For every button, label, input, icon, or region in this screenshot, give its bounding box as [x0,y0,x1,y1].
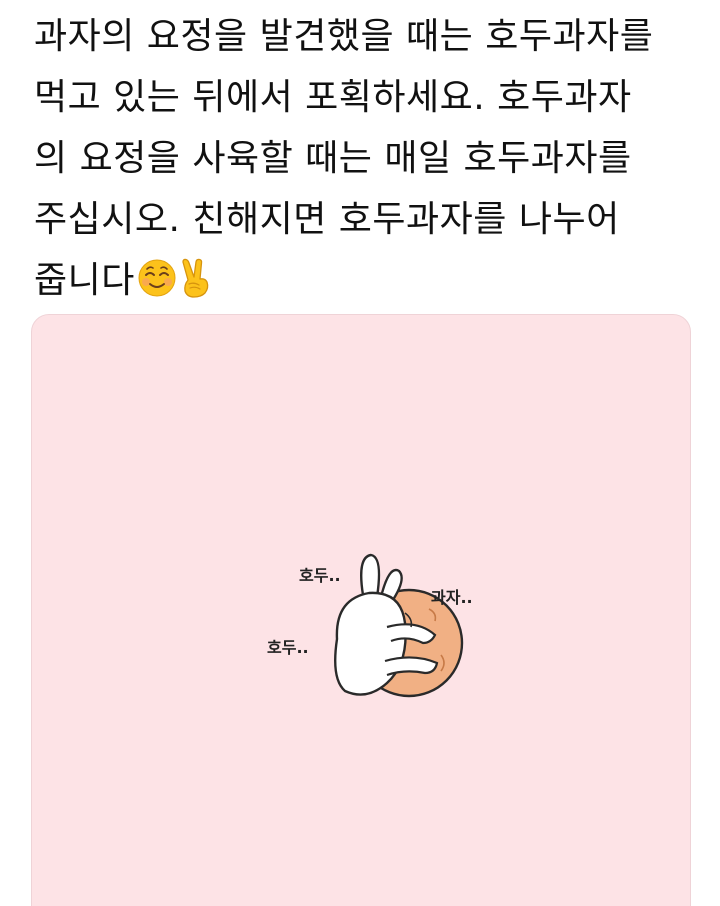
tweet-line-3: 의 요정을 사육할 때는 매일 호두과자를 [34,138,632,179]
media-card[interactable]: 호두.. 호두.. 과자.. [31,314,691,906]
tweet-text: 과자의 요정을 발견했을 때는 호두과자를 먹고 있는 뒤에서 포획하세요. 호… [34,6,704,311]
tweet-line-2: 먹고 있는 뒤에서 포획하세요. 호두과자 [34,77,632,118]
illustration-label-right: 과자.. [431,588,473,607]
illustration-label-top-left: 호두.. [299,566,341,585]
victory-hand-icon [179,256,213,317]
smiling-face-icon [137,256,177,317]
bunny-hugging-cookie-illustration: 호두.. 호두.. 과자.. [237,543,487,703]
tweet-line-4: 주십시오. 친해지면 호두과자를 나누어 [34,199,620,240]
tweet-line-5: 줍니다 [34,250,704,311]
illustration-label-left: 호두.. [267,638,309,657]
tweet-line-1: 과자의 요정을 발견했을 때는 호두과자를 [34,16,654,57]
tweet-line-5-text: 줍니다 [34,260,135,301]
